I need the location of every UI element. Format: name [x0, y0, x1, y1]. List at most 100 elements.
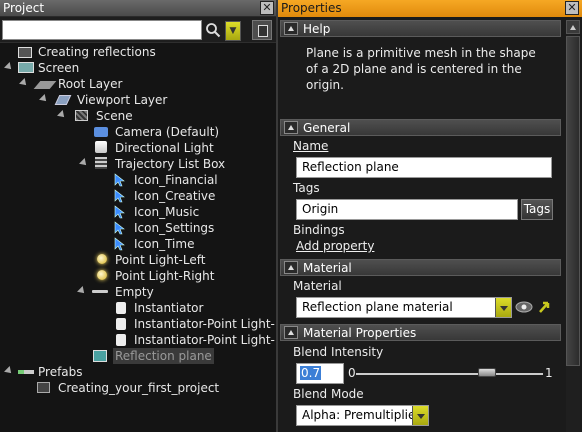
expand-arrow-icon[interactable] — [19, 78, 29, 88]
list-box-icon — [95, 157, 107, 169]
close-icon[interactable]: ✕ — [565, 1, 579, 15]
scene-icon — [75, 110, 88, 121]
chevron-down-icon[interactable] — [495, 298, 511, 317]
properties-scrollbar[interactable] — [566, 20, 580, 432]
search-input[interactable] — [2, 20, 202, 40]
component-icon — [114, 237, 125, 251]
tree-item-label: Empty — [115, 285, 154, 299]
tree-item-label: Instantiator-Point Light-Le — [134, 317, 289, 331]
project-title: Project — [3, 1, 45, 15]
point-light-icon — [97, 254, 107, 264]
scrollbar-thumb[interactable] — [566, 36, 580, 366]
animation-icon — [18, 47, 32, 58]
tree-item-label: Root Layer — [58, 77, 123, 91]
name-field[interactable]: Reflection plane — [296, 157, 552, 178]
material-label: Material — [293, 279, 342, 293]
collapse-icon[interactable] — [284, 121, 298, 134]
screen-icon — [18, 62, 34, 73]
directional-light-icon — [95, 141, 107, 153]
collapse-icon[interactable] — [284, 261, 298, 274]
blend-intensity-slider-track[interactable] — [356, 373, 543, 375]
tags-button[interactable]: Tags — [521, 199, 553, 220]
blend-mode-value: Alpha: Premultiplied — [302, 408, 424, 422]
blend-mode-label: Blend Mode — [293, 387, 364, 401]
tree-item-label: Camera (Default) — [115, 125, 220, 139]
point-light-icon — [97, 270, 107, 280]
blend-intensity-field[interactable]: 0.7 — [296, 363, 344, 384]
section-title: Material — [303, 261, 352, 275]
tree-item-label: Icon_Time — [134, 237, 195, 251]
search-options-dropdown[interactable]: ▼ — [225, 21, 241, 41]
section-general[interactable]: General — [280, 119, 561, 136]
tree-item-label: Icon_Financial — [134, 173, 218, 187]
viewport-layer-icon — [54, 95, 72, 105]
tree-item-label: Icon_Creative — [134, 189, 216, 203]
tree-item-label: Icon_Music — [134, 205, 200, 219]
name-label[interactable]: Name — [293, 138, 328, 154]
expand-arrow-icon[interactable] — [39, 94, 49, 104]
tags-field[interactable]: Origin — [296, 199, 518, 220]
tree-item-label: Directional Light — [115, 141, 214, 155]
instantiator-icon — [116, 318, 126, 330]
project-panel: Project ✕ ▼ Creating reflections Screen … — [0, 0, 289, 432]
tags-label: Tags — [293, 181, 320, 195]
expand-arrow-icon[interactable] — [57, 110, 67, 120]
instantiator-icon — [116, 302, 126, 314]
collapse-icon[interactable] — [284, 326, 298, 339]
tree-item-label: Icon_Settings — [134, 221, 215, 235]
slider-max-label: 1 — [545, 366, 553, 380]
search-bar: ▼ — [0, 17, 276, 43]
blend-intensity-label: Blend Intensity — [293, 345, 384, 359]
section-material[interactable]: Material — [280, 259, 561, 276]
close-icon[interactable]: ✕ — [260, 1, 274, 15]
goto-arrow-icon[interactable] — [538, 300, 550, 314]
material-value: Reflection plane material — [302, 300, 453, 314]
tree-item-label: Point Light-Left — [115, 253, 206, 267]
tree-item-label: Reflection plane — [113, 348, 214, 364]
eye-icon[interactable] — [515, 301, 533, 313]
tree-item-label: Screen — [38, 61, 80, 75]
properties-panel: Properties ✕ Help Plane is a primitive m… — [278, 0, 582, 432]
blend-intensity-slider-thumb[interactable] — [477, 368, 496, 377]
tree-item-label: Viewport Layer — [77, 93, 168, 107]
project-titlebar: Project ✕ — [0, 0, 276, 17]
component-icon — [114, 221, 125, 235]
tree-item-label: Instantiator-Point Light-Ri — [134, 333, 287, 347]
tree-item-label: Prefabs — [38, 365, 83, 379]
section-help[interactable]: Help — [280, 20, 561, 37]
prefabs-icon — [18, 370, 34, 374]
tree-item-label: Creating reflections — [38, 45, 156, 59]
tree-item-label: Instantiator — [134, 301, 204, 315]
collapse-icon[interactable] — [284, 22, 298, 35]
tree-item-label: Creating_your_first_project — [58, 381, 220, 395]
section-title: General — [303, 121, 351, 135]
chevron-down-icon[interactable] — [412, 406, 428, 425]
properties-titlebar: Properties ✕ — [278, 0, 582, 17]
section-title: Help — [303, 22, 331, 36]
tree-item-label: Trajectory List Box — [115, 157, 226, 171]
expand-arrow-icon[interactable] — [4, 366, 14, 376]
help-text: Plane is a primitive mesh in the shape o… — [306, 46, 536, 92]
project-icon — [37, 382, 50, 393]
camera-icon — [94, 127, 108, 137]
component-icon — [114, 205, 125, 219]
expand-arrow-icon[interactable] — [4, 62, 14, 72]
filter-button[interactable] — [252, 20, 272, 40]
component-icon — [114, 173, 125, 187]
section-material-properties[interactable]: Material Properties — [280, 324, 561, 341]
material-dropdown[interactable]: Reflection plane material — [296, 297, 512, 318]
expand-arrow-icon[interactable] — [77, 286, 87, 296]
tree-item-label: Scene — [96, 109, 133, 123]
search-icon[interactable] — [205, 22, 221, 38]
add-property-link[interactable]: Add property — [296, 238, 374, 254]
bindings-label: Bindings — [293, 223, 345, 237]
properties-title: Properties — [281, 1, 342, 15]
blend-intensity-value: 0.7 — [300, 366, 322, 380]
instantiator-icon — [116, 334, 126, 346]
scroll-up-icon[interactable] — [566, 20, 580, 34]
empty-node-icon — [92, 290, 108, 293]
section-title: Material Properties — [303, 326, 417, 340]
blend-mode-dropdown[interactable]: Alpha: Premultiplied — [296, 405, 429, 426]
expand-arrow-icon[interactable] — [79, 158, 89, 168]
slider-min-label: 0 — [348, 366, 356, 380]
